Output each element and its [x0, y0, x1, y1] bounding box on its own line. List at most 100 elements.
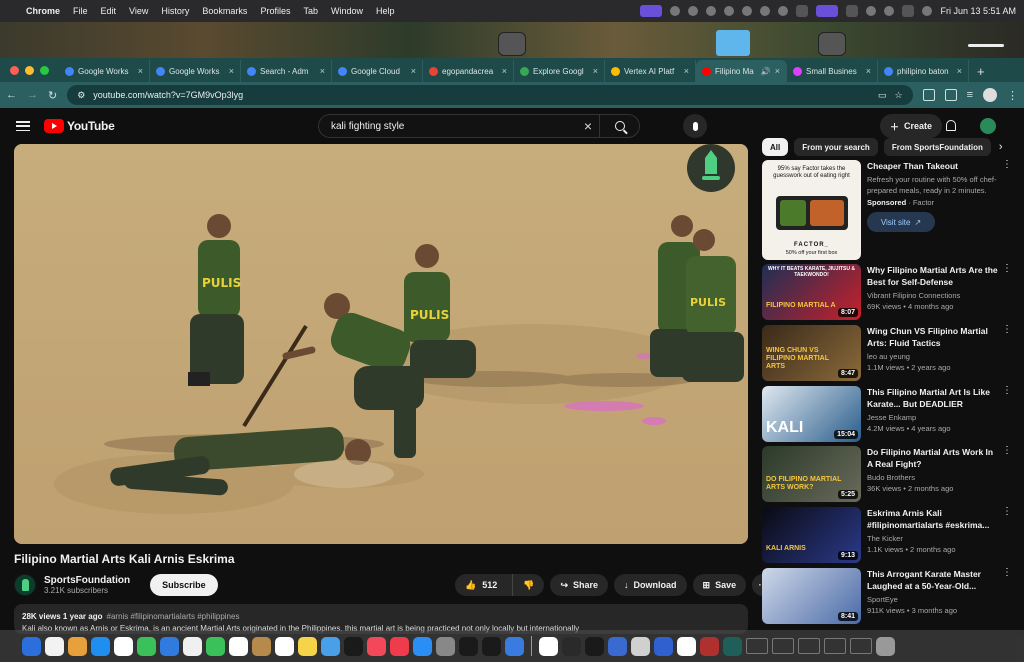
dock-app-icon[interactable] [608, 636, 627, 656]
dock-app-icon[interactable] [114, 636, 133, 656]
channel-watermark-icon[interactable] [687, 144, 735, 192]
recommended-video[interactable]: DO FILIPINO MARTIAL ARTS WORK? 5:25 Do Fil… [762, 446, 1012, 502]
ad-menu-icon[interactable]: ⋮ [1002, 160, 1012, 170]
recommended-video[interactable]: KALI 15:04 This Filipino Martial Art Is Li… [762, 386, 1012, 442]
minimize-window-button[interactable] [25, 66, 34, 75]
dock-app-icon[interactable] [390, 636, 409, 656]
dock-window-thumbnail[interactable] [772, 638, 794, 654]
save-button[interactable]: ⊞ Save [692, 574, 747, 596]
dock-app-icon[interactable] [298, 636, 317, 656]
dock-app-icon[interactable] [585, 636, 604, 656]
video-title-link[interactable]: Do Filipino Martial Arts Work In A Real … [867, 446, 1000, 470]
dock-window-thumbnail[interactable] [824, 638, 846, 654]
video-channel[interactable]: Vibrant Filipino Connections [867, 290, 1000, 301]
dock-app-icon[interactable] [22, 636, 41, 656]
video-menu-icon[interactable]: ⋮ [1002, 568, 1012, 578]
browser-tab[interactable]: Search - Adm × [241, 60, 332, 82]
dock-app-icon[interactable] [436, 636, 455, 656]
record-icon[interactable] [670, 6, 681, 16]
video-channel[interactable]: Jesse Enkamp [867, 412, 1000, 423]
speaker-icon[interactable]: 🔊 [761, 67, 771, 76]
dock-window-thumbnail[interactable] [798, 638, 820, 654]
tab-close-icon[interactable]: × [593, 66, 598, 76]
dock-app-icon[interactable] [137, 636, 156, 656]
tab-close-icon[interactable]: × [411, 66, 416, 76]
media-controls-icon[interactable]: ≡ [967, 89, 973, 101]
dock-app-icon[interactable] [413, 636, 432, 656]
spotlight-icon[interactable] [884, 6, 895, 16]
browser-tab[interactable]: Vertex AI Platf × [605, 60, 696, 82]
sponsored-ad[interactable]: 95% say Factor takes the guesswork out o… [762, 160, 1012, 262]
close-window-button[interactable] [10, 66, 19, 75]
menu-edit[interactable]: Edit [101, 6, 117, 16]
dock-app-icon[interactable] [505, 636, 524, 656]
menu-window[interactable]: Window [331, 6, 363, 16]
bookmark-star-icon[interactable]: ☆ [895, 90, 903, 101]
site-info-icon[interactable]: ⚙ [77, 90, 85, 101]
menu-bookmarks[interactable]: Bookmarks [202, 6, 247, 16]
voice-search-button[interactable] [683, 114, 707, 138]
video-player[interactable]: PULIS PULIS PULIS [14, 144, 748, 544]
dock-app-icon[interactable] [45, 636, 64, 656]
video-title-link[interactable]: This Filipino Martial Art Is Like Karate… [867, 386, 1000, 410]
dock-app-icon[interactable] [344, 636, 363, 656]
browser-tab[interactable]: Explore Googl × [514, 60, 605, 82]
search-box[interactable]: kali fighting style × [318, 114, 640, 138]
chip-all[interactable]: All [762, 138, 789, 156]
dock-app-icon[interactable] [91, 636, 110, 656]
menubar-clock[interactable]: Fri Jun 13 5:51 AM [940, 6, 1016, 16]
browser-tab[interactable]: Google Cloud × [332, 60, 423, 82]
notifications-bell-icon[interactable] [946, 120, 956, 131]
status-icon[interactable] [688, 6, 699, 16]
tab-close-icon[interactable]: × [957, 66, 962, 76]
menu-file[interactable]: File [73, 6, 88, 16]
dock-app-icon[interactable] [183, 636, 202, 656]
screen-share-icon[interactable] [640, 5, 663, 17]
video-channel[interactable]: leo au yeung [867, 351, 1000, 362]
video-channel[interactable]: Budo Brothers [867, 472, 1000, 483]
video-menu-icon[interactable]: ⋮ [1002, 446, 1012, 456]
dock-app-icon[interactable] [700, 636, 719, 656]
ad-thumbnail[interactable]: 95% say Factor takes the guesswork out o… [762, 160, 861, 260]
address-bar[interactable]: ⚙ youtube.com/watch?v=7GM9vOp3lyg ▭ ☆ [67, 85, 913, 105]
download-button[interactable]: ↓ Download [614, 574, 687, 596]
menu-history[interactable]: History [161, 6, 189, 16]
channel-avatar[interactable] [14, 574, 36, 596]
dock-app-icon[interactable] [654, 636, 673, 656]
video-title-link[interactable]: Eskrima Arnis Kali #filipinomartialarts … [867, 507, 1000, 531]
recommended-video[interactable]: 8:41 This Arrogant Karate Master Laughed … [762, 568, 1012, 624]
control-center-icon[interactable] [902, 5, 915, 17]
url-text[interactable]: youtube.com/watch?v=7GM9vOp3lyg [93, 90, 243, 100]
video-title-link[interactable]: This Arrogant Karate Master Laughed at a… [867, 568, 1000, 592]
dock-window-thumbnail[interactable] [850, 638, 872, 654]
extensions-icon[interactable] [944, 89, 957, 101]
battery-icon[interactable] [846, 5, 859, 17]
chip-from-search[interactable]: From your search [794, 138, 878, 156]
dock-app-icon[interactable] [206, 636, 225, 656]
trash-icon[interactable] [876, 636, 895, 656]
dock-app-icon[interactable] [482, 636, 501, 656]
chip-from-channel[interactable]: From SportsFoundation [883, 138, 991, 156]
dock-app-icon[interactable] [562, 636, 581, 656]
hashtags[interactable]: #arnis #filipinomartialarts #philippines [107, 612, 240, 621]
dock-app-icon[interactable] [229, 636, 248, 656]
dock-app-icon[interactable] [631, 636, 650, 656]
dislike-button[interactable]: 👎 [512, 574, 544, 596]
settings-icon[interactable] [760, 6, 771, 16]
dock-app-icon[interactable] [723, 636, 742, 656]
tab-close-icon[interactable]: × [775, 66, 780, 76]
video-menu-icon[interactable]: ⋮ [1002, 386, 1012, 396]
tab-close-icon[interactable]: × [684, 66, 689, 76]
user-avatar[interactable] [980, 118, 996, 134]
like-button[interactable]: 👍 512 [455, 574, 507, 596]
dock-app-icon[interactable] [539, 636, 558, 656]
forward-icon[interactable]: → [27, 89, 38, 101]
chevron-right-icon[interactable]: › [999, 141, 1003, 153]
dock-app-icon[interactable] [252, 636, 271, 656]
browser-tab[interactable]: Google Works × [59, 60, 150, 82]
desktop-file-thumbnail[interactable] [498, 32, 526, 56]
youtube-logo[interactable]: YouTube [44, 119, 115, 133]
search-input[interactable]: kali fighting style [319, 121, 577, 132]
subscribe-button[interactable]: Subscribe [150, 574, 218, 596]
tab-close-icon[interactable]: × [138, 66, 143, 76]
